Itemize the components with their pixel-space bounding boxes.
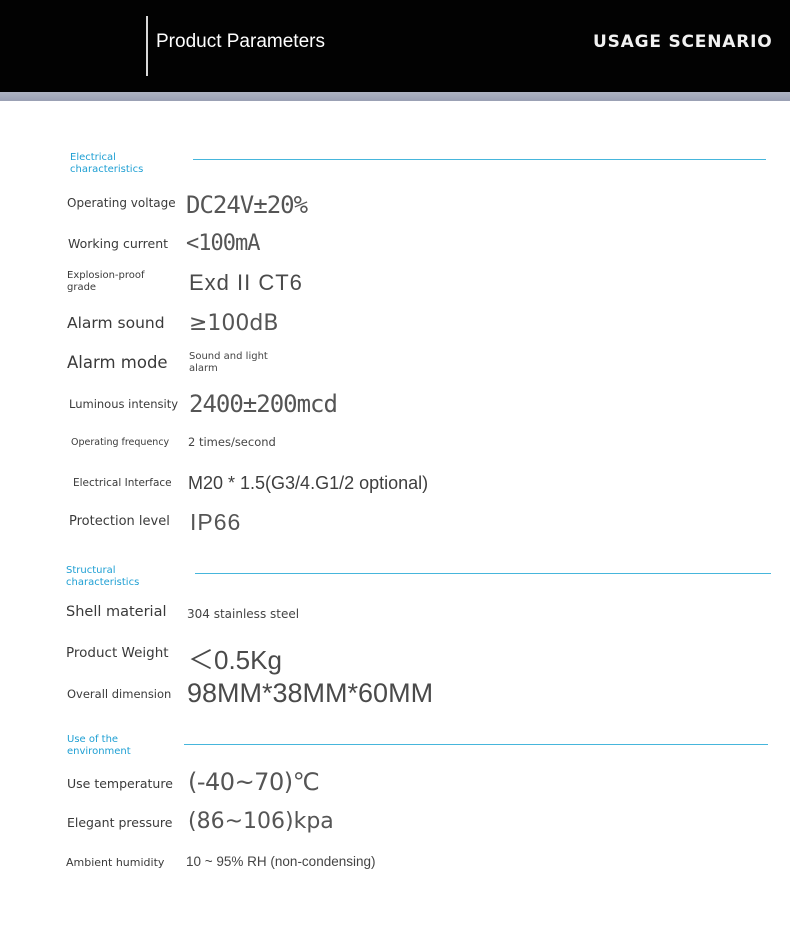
label-operating-frequency: Operating frequency xyxy=(71,437,170,448)
value-use-temperature: (-40~70)℃ xyxy=(188,768,320,796)
label-use-temperature: Use temperature xyxy=(67,776,173,791)
value-operating-frequency: 2 times/second xyxy=(188,435,276,449)
label-explosion-proof-grade: Explosion-proof grade xyxy=(67,270,145,294)
label-protection-level: Protection level xyxy=(69,514,170,529)
value-line: alarm xyxy=(189,363,218,374)
value-alarm-sound: ≥100dB xyxy=(189,311,279,336)
value-product-weight: ＜0.5Kg xyxy=(188,645,282,675)
section-title-structural: Structural characteristics xyxy=(66,565,139,589)
label-ambient-humidity: Ambient humidity xyxy=(66,856,165,869)
value-operating-voltage: DC24V±20% xyxy=(186,191,308,219)
value-working-current: <100mA xyxy=(186,231,260,256)
label-line: grade xyxy=(67,282,97,293)
section-title-electrical: Electrical characteristics xyxy=(70,152,143,176)
usage-scenario-heading: USAGE SCENARIO xyxy=(593,32,773,52)
value-ambient-humidity: 10 ~ 95% RH (non-condensing) xyxy=(186,854,376,869)
section-rule xyxy=(195,573,771,574)
label-overall-dimension: Overall dimension xyxy=(67,687,172,701)
section-title-line: Use of the xyxy=(67,734,119,745)
page-title: Product Parameters xyxy=(156,31,325,52)
value-explosion-proof-grade: Exd II CT6 xyxy=(189,270,303,295)
value-shell-material: 304 stainless steel xyxy=(187,607,300,621)
section-title-environment: Use of the environment xyxy=(67,734,131,758)
label-alarm-mode: Alarm mode xyxy=(67,353,168,372)
label-elegant-pressure: Elegant pressure xyxy=(67,815,173,830)
value-line: Sound and light xyxy=(189,351,268,362)
label-working-current: Working current xyxy=(68,236,169,251)
section-title-line: characteristics xyxy=(66,577,140,588)
label-line: Explosion-proof xyxy=(67,270,145,281)
header-bar: Product Parameters USAGE SCENARIO xyxy=(0,0,790,92)
section-title-line: Electrical xyxy=(70,152,116,163)
value-protection-level: IP66 xyxy=(190,509,242,535)
value-electrical-interface: M20 * 1.5(G3/4.G1/2 optional) xyxy=(188,473,429,493)
header-band xyxy=(0,92,790,101)
label-electrical-interface: Electrical Interface xyxy=(73,477,172,489)
value-elegant-pressure: (86~106)kpa xyxy=(188,809,334,834)
label-luminous-intensity: Luminous intensity xyxy=(69,397,179,411)
section-rule xyxy=(193,159,766,160)
section-title-line: environment xyxy=(67,746,131,757)
label-operating-voltage: Operating voltage xyxy=(67,196,176,210)
section-title-line: Structural xyxy=(66,565,116,576)
section-title-line: characteristics xyxy=(70,164,144,175)
header-divider xyxy=(146,16,148,76)
label-product-weight: Product Weight xyxy=(66,645,169,661)
label-alarm-sound: Alarm sound xyxy=(67,314,165,332)
label-shell-material: Shell material xyxy=(66,604,167,620)
section-rule xyxy=(184,744,768,745)
value-alarm-mode: Sound and light alarm xyxy=(189,351,268,375)
value-luminous-intensity: 2400±200mcd xyxy=(189,390,338,418)
value-overall-dimension: 98MM*38MM*60MM xyxy=(187,678,434,708)
